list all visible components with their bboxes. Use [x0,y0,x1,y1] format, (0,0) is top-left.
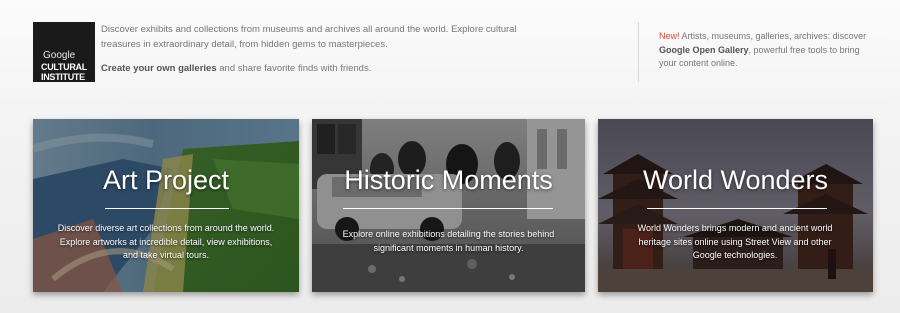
news-text: Artists, museums, galleries, archives: d… [679,31,867,41]
art-project-card[interactable]: Art Project Discover diverse art collect… [33,119,299,292]
logo-google-text: Google [43,50,76,61]
card-title-rule [647,208,827,209]
logo-institute-text: INSTITUTE [41,72,85,82]
open-gallery-announcement: New! Artists, museums, galleries, archiv… [659,30,874,71]
cultural-institute-logo[interactable]: Google CULTURAL INSTITUTE [33,22,95,82]
card-title: Historic Moments [344,165,553,195]
intro-galleries-paragraph: Create your own galleries and share favo… [101,61,521,76]
card-description: Discover diverse art collections from ar… [57,223,275,260]
card-title-rule [343,208,553,209]
new-badge: New! [659,31,680,41]
intro-text: Discover exhibits and collections from m… [101,22,521,76]
intro-paragraph: Discover exhibits and collections from m… [101,24,517,50]
historic-moments-card[interactable]: Historic Moments Explore online exhibiti… [312,119,585,292]
header-divider [638,22,639,82]
card-shade [312,119,585,292]
world-wonders-card[interactable]: World Wonders World Wonders brings moder… [598,119,873,292]
open-gallery-link[interactable]: Google Open Gallery [659,45,749,55]
card-title-rule [105,208,229,209]
card-description: World Wonders brings modern and ancient … [637,223,833,260]
card-shade [598,119,873,292]
card-description: Explore online exhibitions detailing the… [342,229,555,253]
intro-galleries-text: and share favorite finds with friends. [216,63,372,74]
logo-cultural-text: CULTURAL [41,62,87,72]
card-title: Art Project [102,165,230,195]
card-title: World Wonders [642,165,829,195]
create-galleries-link[interactable]: Create your own galleries [101,63,217,74]
card-shade [33,119,299,292]
